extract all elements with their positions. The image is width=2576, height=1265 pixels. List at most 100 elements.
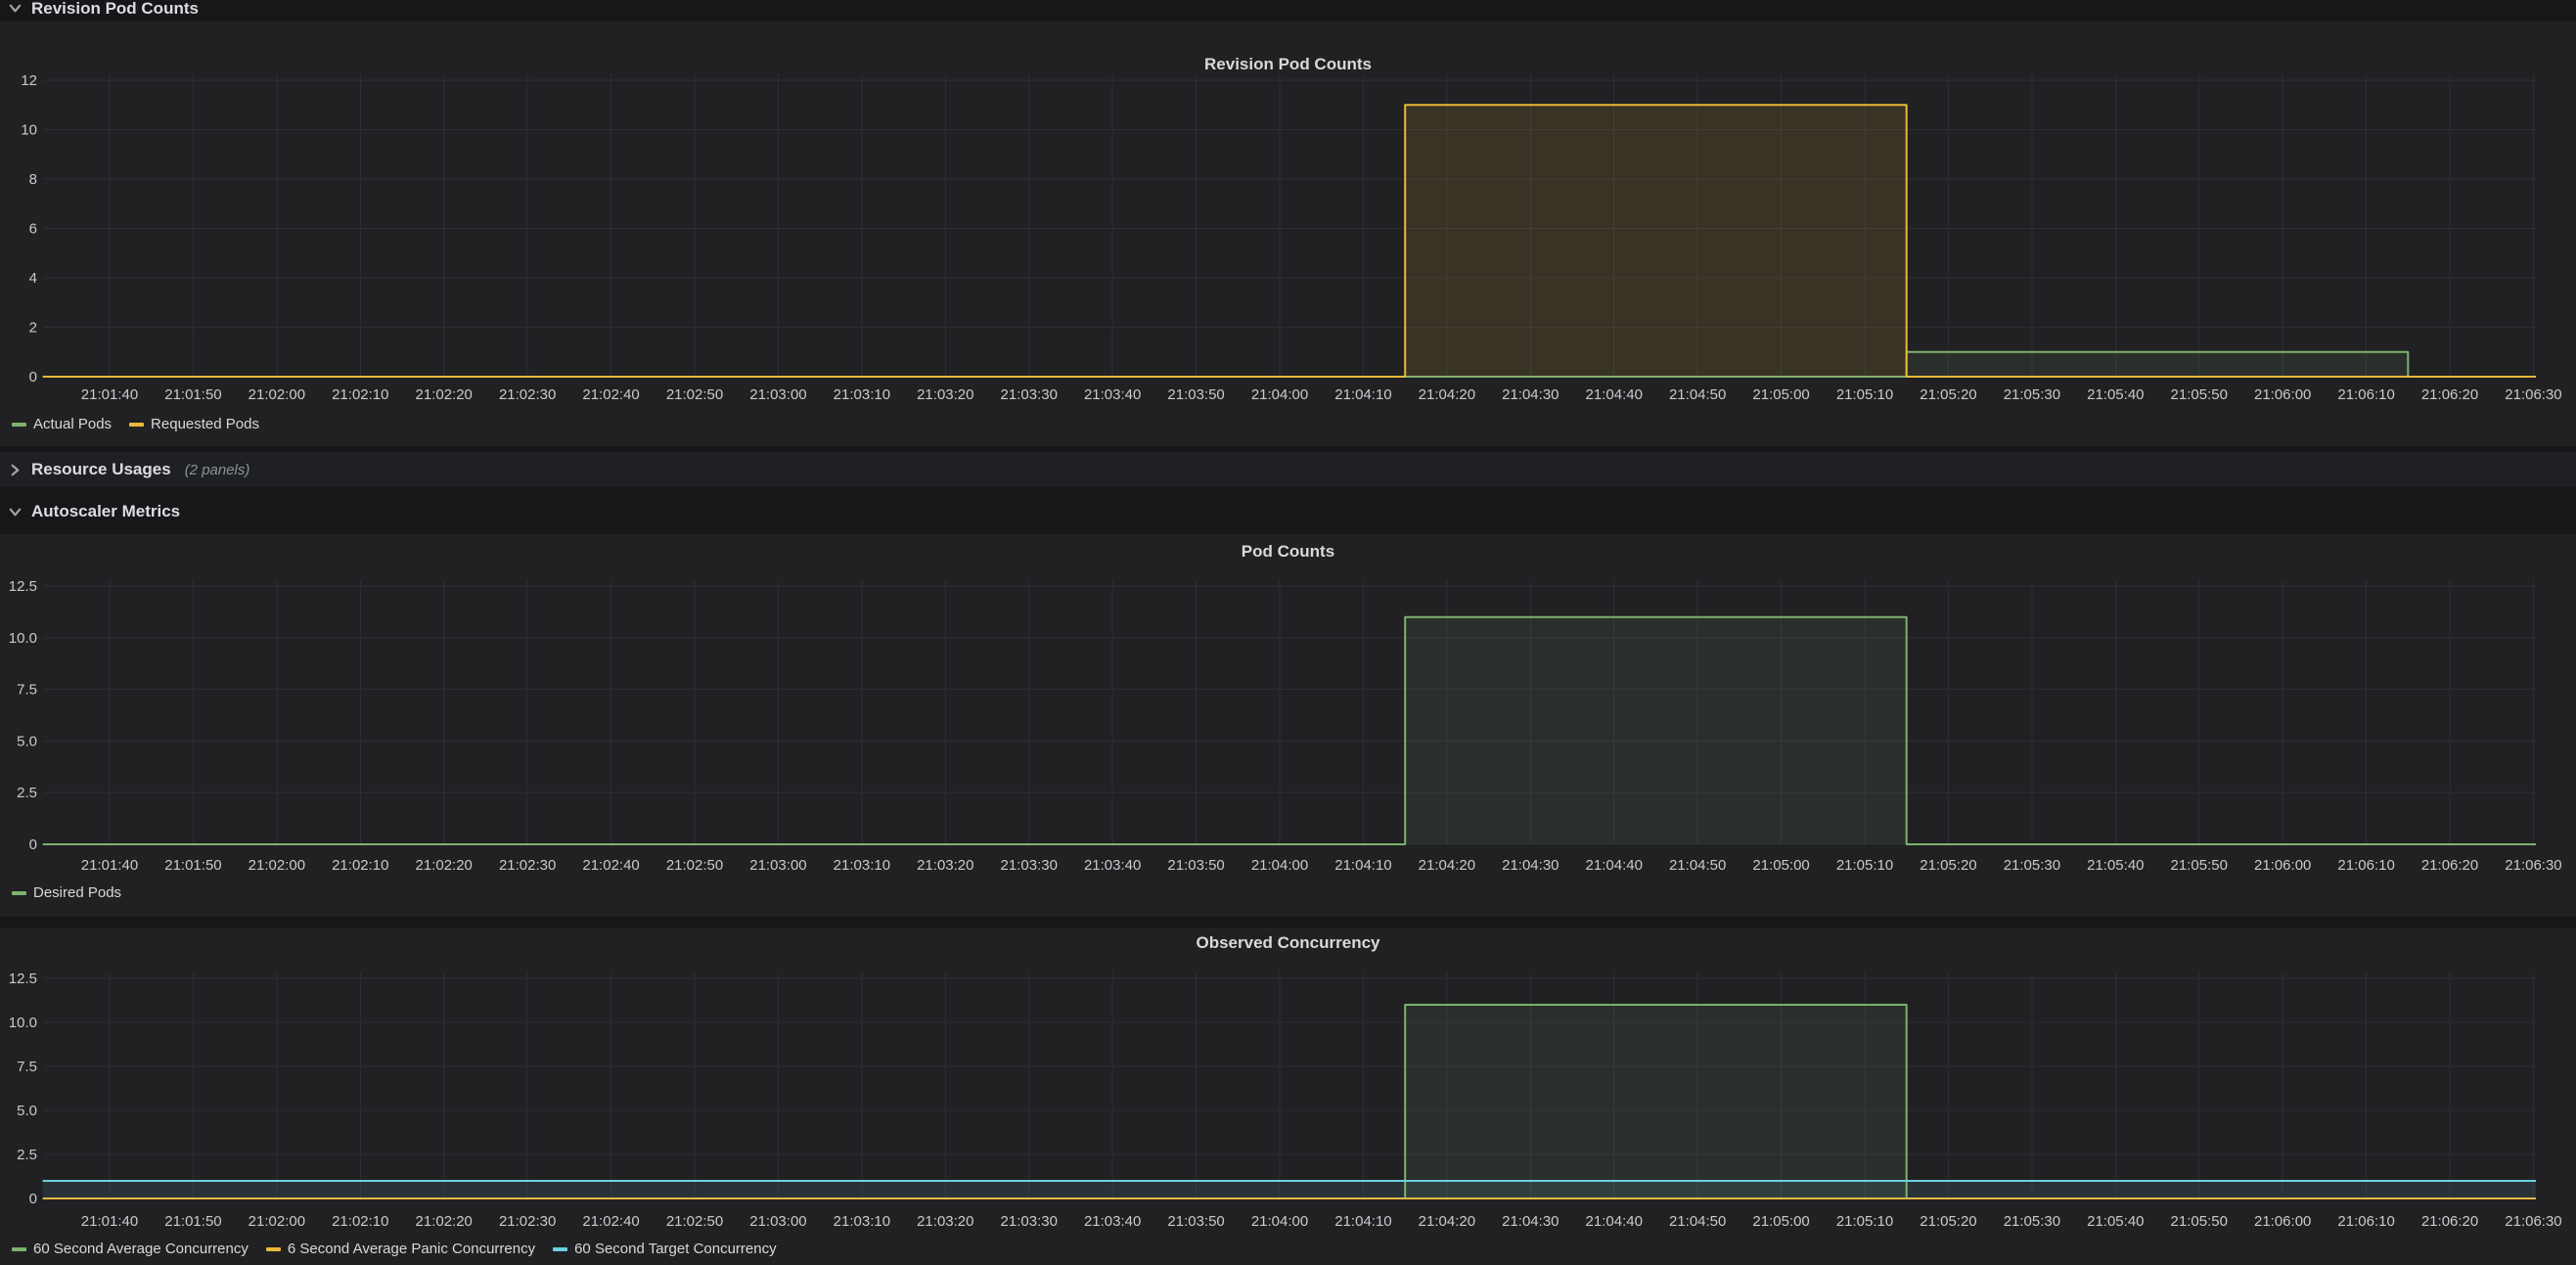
svg-text:21:02:40: 21:02:40 [582, 1213, 639, 1230]
chart-revision-pod-counts: 02468101221:01:4021:01:5021:02:0021:02:1… [0, 22, 2576, 446]
svg-text:21:03:30: 21:03:30 [1001, 1213, 1058, 1230]
svg-text:8: 8 [29, 171, 37, 188]
svg-text:21:03:00: 21:03:00 [749, 386, 806, 403]
svg-text:21:02:50: 21:02:50 [666, 1213, 723, 1230]
legend-label: Desired Pods [33, 884, 121, 902]
svg-text:21:06:00: 21:06:00 [2254, 857, 2311, 874]
svg-text:21:05:30: 21:05:30 [2004, 386, 2060, 403]
svg-text:21:06:30: 21:06:30 [2505, 386, 2561, 403]
svg-text:21:04:50: 21:04:50 [1669, 1213, 1726, 1230]
svg-text:21:04:00: 21:04:00 [1251, 386, 1308, 403]
panel-pod-counts: Pod Counts 02.55.07.510.012.521:01:4021:… [0, 534, 2576, 917]
svg-text:21:03:30: 21:03:30 [1001, 386, 1058, 403]
svg-text:21:05:20: 21:05:20 [1920, 857, 1976, 874]
svg-text:21:05:20: 21:05:20 [1920, 1213, 1976, 1230]
svg-text:21:03:00: 21:03:00 [749, 857, 806, 874]
legend-item[interactable]: Desired Pods [12, 884, 121, 902]
svg-text:12: 12 [21, 72, 37, 89]
svg-text:21:05:00: 21:05:00 [1752, 386, 1809, 403]
legend-label: Requested Pods [151, 416, 259, 433]
svg-text:10: 10 [21, 122, 37, 139]
chart-legend: Desired Pods [12, 884, 139, 902]
legend-label: 6 Second Average Panic Concurrency [288, 1241, 535, 1258]
svg-text:21:04:30: 21:04:30 [1502, 386, 1559, 403]
legend-swatch-icon [129, 423, 144, 427]
svg-text:21:05:40: 21:05:40 [2087, 1213, 2144, 1230]
svg-text:21:06:00: 21:06:00 [2254, 386, 2311, 403]
svg-text:21:04:20: 21:04:20 [1419, 1213, 1475, 1230]
legend-swatch-icon [266, 1247, 281, 1251]
svg-text:4: 4 [29, 270, 37, 287]
svg-text:21:03:20: 21:03:20 [917, 1213, 973, 1230]
svg-text:21:05:10: 21:05:10 [1836, 857, 1893, 874]
legend-item[interactable]: Actual Pods [12, 416, 112, 433]
legend-label: Actual Pods [33, 416, 112, 433]
svg-text:21:06:20: 21:06:20 [2421, 1213, 2478, 1230]
svg-text:7.5: 7.5 [17, 1059, 37, 1075]
svg-text:21:03:10: 21:03:10 [834, 857, 890, 874]
svg-text:21:02:20: 21:02:20 [416, 386, 473, 403]
svg-text:21:05:50: 21:05:50 [2171, 857, 2228, 874]
svg-text:21:02:40: 21:02:40 [582, 386, 639, 403]
svg-text:0: 0 [29, 369, 37, 385]
svg-text:21:04:30: 21:04:30 [1502, 857, 1559, 874]
svg-text:21:01:40: 21:01:40 [81, 857, 138, 874]
svg-text:12.5: 12.5 [9, 578, 37, 595]
svg-text:2.5: 2.5 [17, 785, 37, 801]
dashboard: Revision Pod Counts Revision Pod Counts … [0, 0, 2576, 1265]
svg-text:21:03:10: 21:03:10 [834, 386, 890, 403]
svg-text:7.5: 7.5 [17, 682, 37, 699]
chart-pod-counts: 02.55.07.510.012.521:01:4021:01:5021:02:… [0, 534, 2576, 917]
chevron-right-icon [4, 461, 25, 478]
svg-text:21:05:30: 21:05:30 [2004, 1213, 2060, 1230]
svg-text:5.0: 5.0 [17, 1103, 37, 1119]
svg-text:21:01:40: 21:01:40 [81, 386, 138, 403]
svg-text:21:02:30: 21:02:30 [499, 857, 556, 874]
svg-text:21:03:40: 21:03:40 [1084, 1213, 1141, 1230]
legend-swatch-icon [553, 1247, 567, 1251]
svg-text:21:05:40: 21:05:40 [2087, 857, 2144, 874]
svg-text:21:04:30: 21:04:30 [1502, 1213, 1559, 1230]
svg-text:21:02:00: 21:02:00 [249, 1213, 305, 1230]
svg-text:0: 0 [29, 836, 37, 853]
svg-text:21:05:50: 21:05:50 [2171, 386, 2228, 403]
svg-text:21:06:30: 21:06:30 [2505, 857, 2561, 874]
svg-text:21:02:30: 21:02:30 [499, 1213, 556, 1230]
legend-swatch-icon [12, 1247, 26, 1251]
legend-item[interactable]: 60 Second Average Concurrency [12, 1241, 249, 1258]
svg-text:21:03:50: 21:03:50 [1167, 1213, 1224, 1230]
svg-text:21:02:40: 21:02:40 [582, 857, 639, 874]
svg-text:21:04:20: 21:04:20 [1419, 386, 1475, 403]
legend-item[interactable]: 6 Second Average Panic Concurrency [266, 1241, 535, 1258]
svg-text:21:03:20: 21:03:20 [917, 857, 973, 874]
svg-text:21:06:10: 21:06:10 [2337, 857, 2394, 874]
svg-text:10.0: 10.0 [9, 1015, 37, 1031]
svg-text:21:01:50: 21:01:50 [164, 857, 221, 874]
svg-text:21:04:40: 21:04:40 [1586, 857, 1643, 874]
legend-swatch-icon [12, 423, 26, 427]
svg-text:21:02:00: 21:02:00 [249, 857, 305, 874]
svg-text:21:05:00: 21:05:00 [1752, 1213, 1809, 1230]
row-title: Revision Pod Counts [31, 0, 199, 19]
svg-text:21:03:40: 21:03:40 [1084, 857, 1141, 874]
svg-text:21:04:10: 21:04:10 [1334, 386, 1391, 403]
legend-label: 60 Second Average Concurrency [33, 1241, 249, 1258]
svg-text:21:05:00: 21:05:00 [1752, 857, 1809, 874]
row-header-resource-usages[interactable]: Resource Usages (2 panels) [0, 452, 2576, 487]
svg-text:6: 6 [29, 221, 37, 238]
row-header-revision-pod-counts[interactable]: Revision Pod Counts [0, 0, 2576, 17]
svg-text:21:04:50: 21:04:50 [1669, 857, 1726, 874]
legend-item[interactable]: 60 Second Target Concurrency [553, 1241, 777, 1258]
svg-text:21:03:20: 21:03:20 [917, 386, 973, 403]
svg-text:21:04:00: 21:04:00 [1251, 857, 1308, 874]
row-header-autoscaler-metrics[interactable]: Autoscaler Metrics [0, 495, 2576, 528]
svg-text:12.5: 12.5 [9, 971, 37, 987]
svg-text:21:03:10: 21:03:10 [834, 1213, 890, 1230]
svg-text:21:06:00: 21:06:00 [2254, 1213, 2311, 1230]
svg-text:21:02:00: 21:02:00 [249, 386, 305, 403]
legend-item[interactable]: Requested Pods [129, 416, 259, 433]
svg-text:21:02:10: 21:02:10 [332, 1213, 388, 1230]
svg-text:21:02:20: 21:02:20 [416, 857, 473, 874]
row-title: Autoscaler Metrics [31, 502, 180, 521]
svg-text:21:04:20: 21:04:20 [1419, 857, 1475, 874]
